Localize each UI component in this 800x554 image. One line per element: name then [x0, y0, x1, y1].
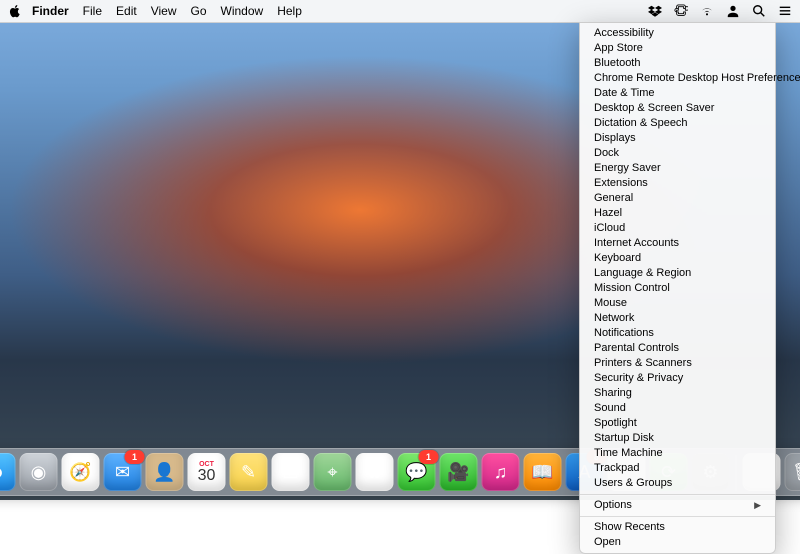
menu-help[interactable]: Help: [277, 4, 302, 18]
menu-item-startup-disk[interactable]: Startup Disk: [580, 431, 775, 446]
menu-item-icloud[interactable]: iCloud: [580, 221, 775, 236]
app-menu[interactable]: Finder: [32, 4, 69, 18]
spotlight-results-menu: AccessibilityApp StoreBluetoothChrome Re…: [579, 22, 776, 554]
dock-finder[interactable]: ☻: [0, 453, 16, 491]
menu-item-show-recents[interactable]: Show Recents: [580, 520, 775, 535]
menu-window[interactable]: Window: [221, 4, 264, 18]
menu-view[interactable]: View: [151, 4, 177, 18]
menu-edit[interactable]: Edit: [116, 4, 137, 18]
dock-contacts[interactable]: 👤: [146, 453, 184, 491]
menu-go[interactable]: Go: [191, 4, 207, 18]
menu-item-sharing[interactable]: Sharing: [580, 386, 775, 401]
menu-item-mission-control[interactable]: Mission Control: [580, 281, 775, 296]
notification-center-icon[interactable]: [778, 4, 792, 18]
menu-item-spotlight[interactable]: Spotlight: [580, 416, 775, 431]
dock-ibooks[interactable]: 📖: [524, 453, 562, 491]
menu-item-desktop-screen-saver[interactable]: Desktop & Screen Saver: [580, 101, 775, 116]
menu-item-date-time[interactable]: Date & Time: [580, 86, 775, 101]
dropbox-icon[interactable]: [648, 4, 662, 18]
menu-item-security-privacy[interactable]: Security & Privacy: [580, 371, 775, 386]
menu-file[interactable]: File: [83, 4, 102, 18]
apple-menu-icon[interactable]: [8, 4, 22, 18]
menu-item-dock[interactable]: Dock: [580, 146, 775, 161]
menu-item-sound[interactable]: Sound: [580, 401, 775, 416]
menu-item-accessibility[interactable]: Accessibility: [580, 26, 775, 41]
menu-item-chrome-remote-desktop-host-preferences[interactable]: Chrome Remote Desktop Host Preferences: [580, 71, 775, 86]
dock-notes[interactable]: ✎: [230, 453, 268, 491]
menu-item-keyboard[interactable]: Keyboard: [580, 251, 775, 266]
menu-item-dictation-speech[interactable]: Dictation & Speech: [580, 116, 775, 131]
menu-bar-status: [648, 4, 792, 18]
dock-safari[interactable]: 🧭: [62, 453, 100, 491]
spotlight-icon[interactable]: [752, 4, 766, 18]
menu-item-general[interactable]: General: [580, 191, 775, 206]
menu-item-open[interactable]: Open: [580, 535, 775, 550]
dock-messages[interactable]: 💬1: [398, 453, 436, 491]
menu-item-notifications[interactable]: Notifications: [580, 326, 775, 341]
dock-launchpad[interactable]: ◉: [20, 453, 58, 491]
user-icon[interactable]: [726, 4, 740, 18]
menu-item-parental-controls[interactable]: Parental Controls: [580, 341, 775, 356]
dock-calendar[interactable]: OCT30: [188, 453, 226, 491]
menu-item-energy-saver[interactable]: Energy Saver: [580, 161, 775, 176]
badge: 1: [125, 450, 145, 464]
chevron-right-icon: ▶: [754, 499, 761, 512]
menu-item-app-store[interactable]: App Store: [580, 41, 775, 56]
menu-item-mouse[interactable]: Mouse: [580, 296, 775, 311]
menu-item-bluetooth[interactable]: Bluetooth: [580, 56, 775, 71]
dock-mail[interactable]: ✉1: [104, 453, 142, 491]
menu-item-network[interactable]: Network: [580, 311, 775, 326]
menu-bar: Finder File Edit View Go Window Help: [0, 0, 800, 23]
menu-item-hazel[interactable]: Hazel: [580, 206, 775, 221]
menu-item-internet-accounts[interactable]: Internet Accounts: [580, 236, 775, 251]
menu-item-printers-scanners[interactable]: Printers & Scanners: [580, 356, 775, 371]
dock-maps[interactable]: ⌖: [314, 453, 352, 491]
menu-item-options[interactable]: Options ▶: [580, 498, 775, 513]
menu-item-users-groups[interactable]: Users & Groups: [580, 476, 775, 491]
menu-item-extensions[interactable]: Extensions: [580, 176, 775, 191]
badge: 1: [419, 450, 439, 464]
wifi-icon[interactable]: [700, 4, 714, 18]
dock-facetime[interactable]: 🎥: [440, 453, 478, 491]
menu-item-displays[interactable]: Displays: [580, 131, 775, 146]
menu-item-time-machine[interactable]: Time Machine: [580, 446, 775, 461]
dock-itunes[interactable]: ♫: [482, 453, 520, 491]
menu-item-language-region[interactable]: Language & Region: [580, 266, 775, 281]
dock-trash[interactable]: 🗑: [785, 453, 800, 491]
menu-bar-items: Finder File Edit View Go Window Help: [32, 4, 302, 18]
dock-reminders[interactable]: ☑: [272, 453, 310, 491]
dock-photos[interactable]: ✿: [356, 453, 394, 491]
clover-icon[interactable]: [674, 4, 688, 18]
menu-item-trackpad[interactable]: Trackpad: [580, 461, 775, 476]
